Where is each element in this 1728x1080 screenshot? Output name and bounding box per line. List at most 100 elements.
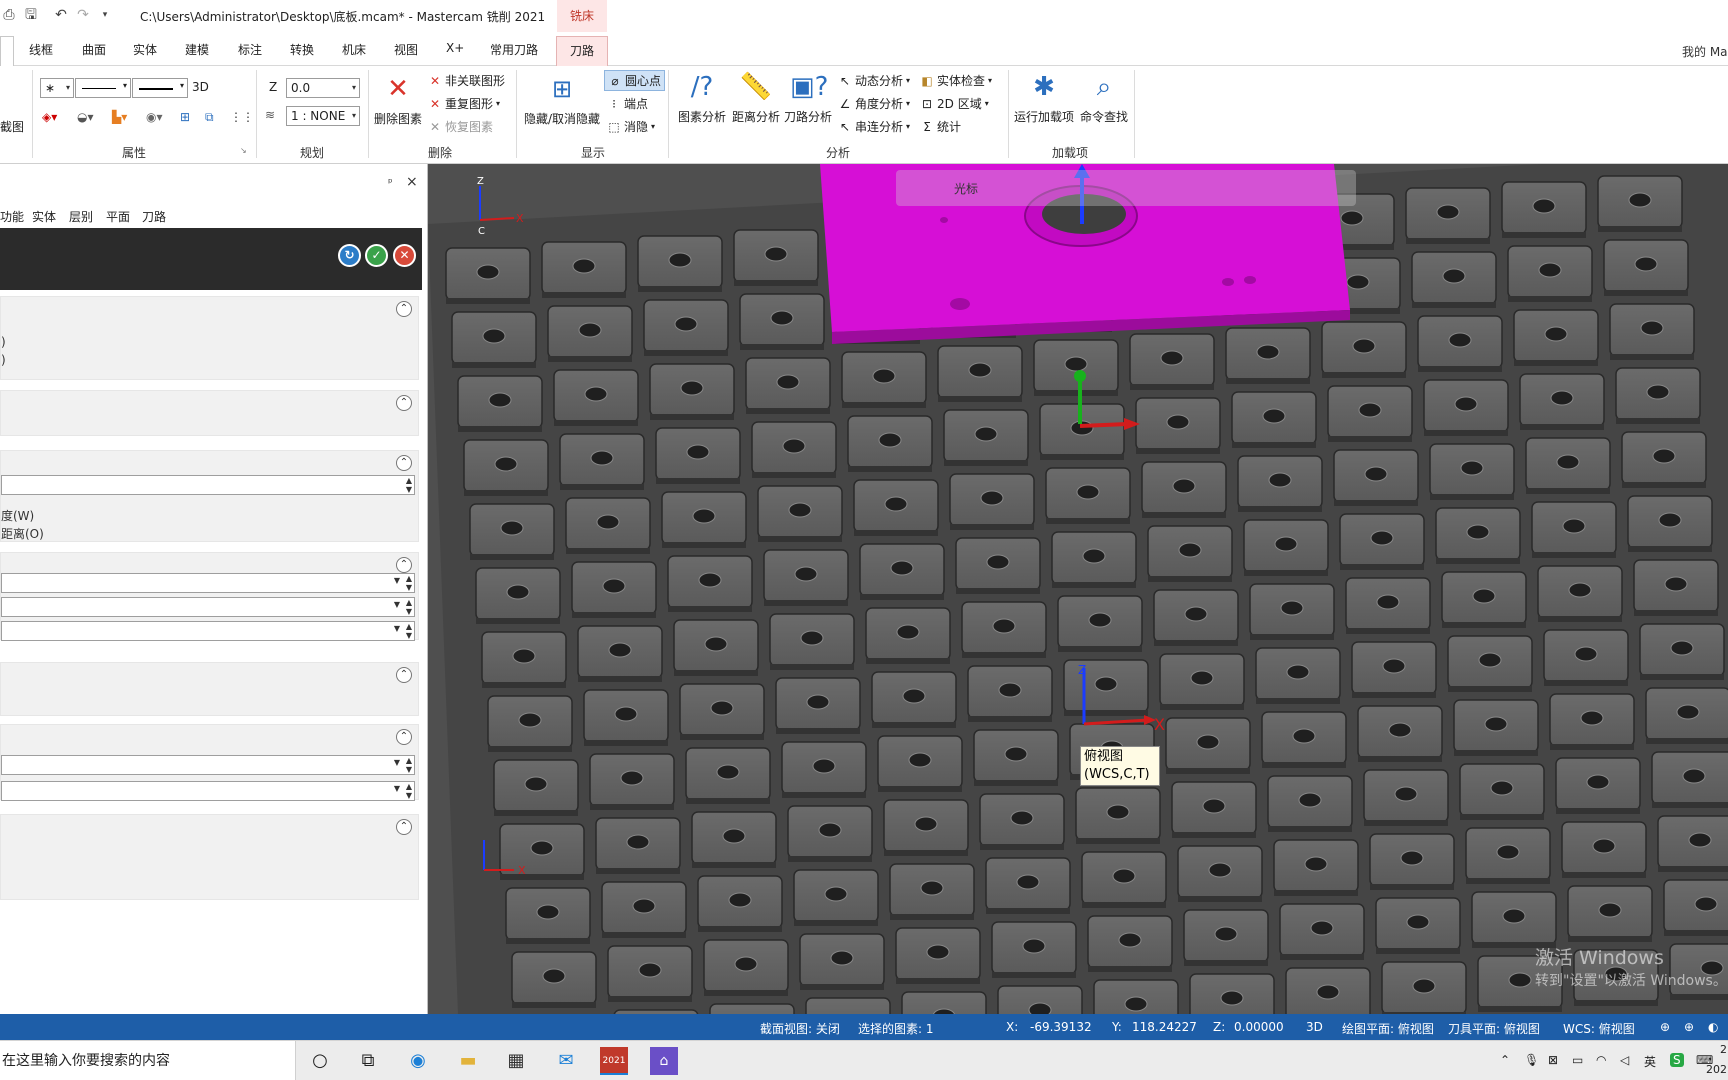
view-cube-icon[interactable]: ⊕ — [1684, 1020, 1694, 1034]
option-degrees[interactable]: 度(W) — [1, 507, 34, 524]
collapse-icon[interactable]: ⌃ — [396, 301, 412, 317]
redo-icon[interactable]: ↷ — [74, 6, 92, 24]
level-combo[interactable]: 1 : NONE ▾ — [286, 106, 360, 126]
tray-app-icon[interactable]: ⊠ — [1548, 1053, 1558, 1067]
undo-icon[interactable]: ↶ — [52, 6, 70, 24]
levels-icon[interactable]: ≋ — [265, 108, 275, 122]
chain-analysis-button[interactable]: ↖ 串连分析 ▾ — [838, 118, 910, 135]
drawing-plane-status[interactable]: 绘图平面: 俯视图 — [1342, 1020, 1434, 1037]
cursor-autocursor-label[interactable]: 光标 — [954, 180, 978, 197]
endpoint-toggle[interactable]: ⁝ 端点 — [607, 95, 648, 112]
collapse-icon[interactable]: ⌃ — [396, 729, 412, 745]
close-icon[interactable]: × — [406, 174, 418, 190]
tab-drafting[interactable]: 标注 — [238, 41, 262, 58]
cancel-icon[interactable]: ✕ — [393, 244, 416, 267]
delete-entities-button[interactable]: ✕ 删除图素 — [372, 72, 424, 127]
tab-solids[interactable]: 实体 — [133, 41, 157, 58]
mastercam-taskbar-icon[interactable]: 2021 — [600, 1047, 628, 1075]
set-all-attributes-icon[interactable]: ⊞ — [180, 110, 190, 124]
edge-browser-icon[interactable]: ◉ — [404, 1047, 432, 1075]
distance-analysis-button[interactable]: 📏 距离分析 — [730, 70, 782, 125]
task-view-icon[interactable]: ⧉ — [354, 1047, 382, 1075]
tab-view[interactable]: 视图 — [394, 41, 418, 58]
attributes-dialog-launcher-icon[interactable]: ↘ — [240, 146, 247, 155]
clear-colors-icon[interactable]: ⋮⋮ — [230, 110, 254, 124]
restore-entities-button[interactable]: ✕ 恢复图素 — [428, 118, 493, 135]
app-launcher-icon[interactable]: ⌂ — [650, 1047, 678, 1075]
tab-transform[interactable]: 转换 — [290, 41, 314, 58]
save-icon[interactable]: 🖫 — [22, 6, 40, 24]
line-style-combo[interactable]: ▾ — [75, 78, 131, 98]
mail-icon[interactable]: ✉ — [552, 1047, 580, 1075]
quick-mask-toolbar[interactable]: 光标 — [896, 170, 1356, 206]
print-icon[interactable]: ⎙ — [0, 6, 18, 24]
collapse-icon[interactable]: ⌃ — [396, 455, 412, 471]
non-associated-geometry-button[interactable]: ✕ 非关联图形 — [428, 72, 505, 89]
my-account-label[interactable]: 我的 Ma — [1682, 43, 1728, 60]
screenshot-button-label[interactable]: 截图 — [0, 118, 24, 135]
wireframe-color-icon[interactable]: ◈▾ — [42, 110, 57, 124]
spin-field[interactable]: ▲ ▼ — [1, 475, 415, 495]
volume-icon[interactable]: ◁ — [1620, 1053, 1629, 1067]
entity-analysis-button[interactable]: ∕? 图素分析 — [676, 70, 728, 125]
combo-field[interactable]: ▼ ▲ ▼ — [1, 573, 415, 593]
microphone-icon[interactable]: 🎙 — [1524, 1053, 1539, 1067]
store-icon[interactable]: ▦ — [502, 1047, 530, 1075]
collapse-icon[interactable]: ⌃ — [396, 395, 412, 411]
wifi-icon[interactable]: ◠ — [1596, 1053, 1606, 1067]
battery-icon[interactable]: ▭ — [1572, 1053, 1583, 1067]
angle-analysis-button[interactable]: ∠ 角度分析 ▾ — [838, 95, 910, 112]
ok-icon[interactable]: ✓ — [365, 244, 388, 267]
collapse-icon[interactable]: ⌃ — [396, 819, 412, 835]
globe-icon[interactable]: ⊕ — [1660, 1020, 1670, 1034]
tab-solids-manager[interactable]: 实体 — [32, 208, 56, 225]
collapse-icon[interactable]: ⌃ — [396, 667, 412, 683]
line-width-combo[interactable]: ▾ — [132, 78, 188, 98]
pin-icon[interactable]: ᵖ — [388, 176, 393, 189]
ok-and-create-icon[interactable]: ↻ — [338, 244, 361, 267]
tab-wireframe[interactable]: 线框 — [29, 41, 53, 58]
material-icon[interactable]: ◉▾ — [146, 110, 163, 124]
section-view-status[interactable]: 截面视图: 关闭 — [760, 1020, 840, 1037]
clock-date[interactable]: 202 — [1706, 1063, 1727, 1076]
wcs-status[interactable]: WCS: 俯视图 — [1563, 1020, 1635, 1037]
point-style-combo[interactable]: ∗ ▾ — [40, 78, 74, 98]
solid-color-icon[interactable]: ▙▾ — [112, 110, 127, 124]
combo-field[interactable]: ▼ ▲ ▼ — [1, 755, 415, 775]
z-depth-combo[interactable]: 0.0 ▾ — [286, 78, 360, 98]
tab-levels[interactable]: 层别 — [69, 208, 93, 225]
display-mode-icon[interactable]: ◐ — [1708, 1020, 1718, 1034]
combo-field[interactable]: ▼ ▲ ▼ — [1, 597, 415, 617]
combo-field[interactable]: ▼ ▲ ▼ — [1, 781, 415, 801]
selected-entities-status[interactable]: 选择的图素: 1 — [858, 1020, 934, 1037]
hide-unhide-button[interactable]: ⊞ 隐藏/取消隐藏 — [522, 72, 602, 127]
toolpath-analysis-button[interactable]: ▣? 刀路分析 — [782, 70, 834, 125]
duplicate-entities-button[interactable]: ✕ 重复图形 ▾ — [428, 95, 500, 112]
center-point-toggle[interactable]: ⌀ 圆心点 — [604, 70, 666, 91]
tab-toolpaths[interactable]: 刀路 — [556, 36, 608, 67]
clock-time[interactable]: 2 — [1720, 1043, 1727, 1056]
collapse-icon[interactable]: ⌃ — [396, 557, 412, 573]
tab-planes[interactable]: 平面 — [106, 208, 130, 225]
dynamic-analysis-button[interactable]: ↖ 动态分析 ▾ — [838, 72, 910, 89]
input-language[interactable]: 英 — [1644, 1053, 1656, 1070]
tab-model-prep[interactable]: 建模 — [185, 41, 209, 58]
set-entity-attributes-icon[interactable]: ⧉ — [205, 110, 214, 125]
statistics-button[interactable]: Σ 统计 — [920, 118, 961, 135]
tray-chevron-icon[interactable]: ⌃ — [1500, 1053, 1510, 1067]
run-addin-button[interactable]: ✱ 运行加载项 — [1012, 70, 1076, 125]
tab-xplus[interactable]: X+ — [446, 41, 464, 55]
command-finder-button[interactable]: ⌕ 命令查找 — [1076, 70, 1132, 125]
tool-plane-status[interactable]: 刀具平面: 俯视图 — [1448, 1020, 1540, 1037]
tab-toolpaths-manager[interactable]: 刀路 — [142, 208, 166, 225]
fill-color-icon[interactable]: ◒▾ — [77, 110, 94, 124]
tab-machine[interactable]: 机床 — [342, 41, 366, 58]
quick-access-dropdown-icon[interactable]: ▾ — [96, 6, 114, 24]
tab-functions[interactable]: 功能 — [0, 208, 24, 225]
security-app-icon[interactable]: S — [1670, 1053, 1684, 1067]
graphics-viewport[interactable]: X Z X Z C X 光标 俯视图 (WCS,C,T) 激活 Windows … — [428, 164, 1728, 1014]
cortana-icon[interactable]: ○ — [306, 1047, 334, 1075]
file-explorer-icon[interactable]: ▬ — [454, 1047, 482, 1075]
combo-field[interactable]: ▼ ▲ ▼ — [1, 621, 415, 641]
blank-button[interactable]: ⬚ 消隐 ▾ — [607, 118, 655, 135]
